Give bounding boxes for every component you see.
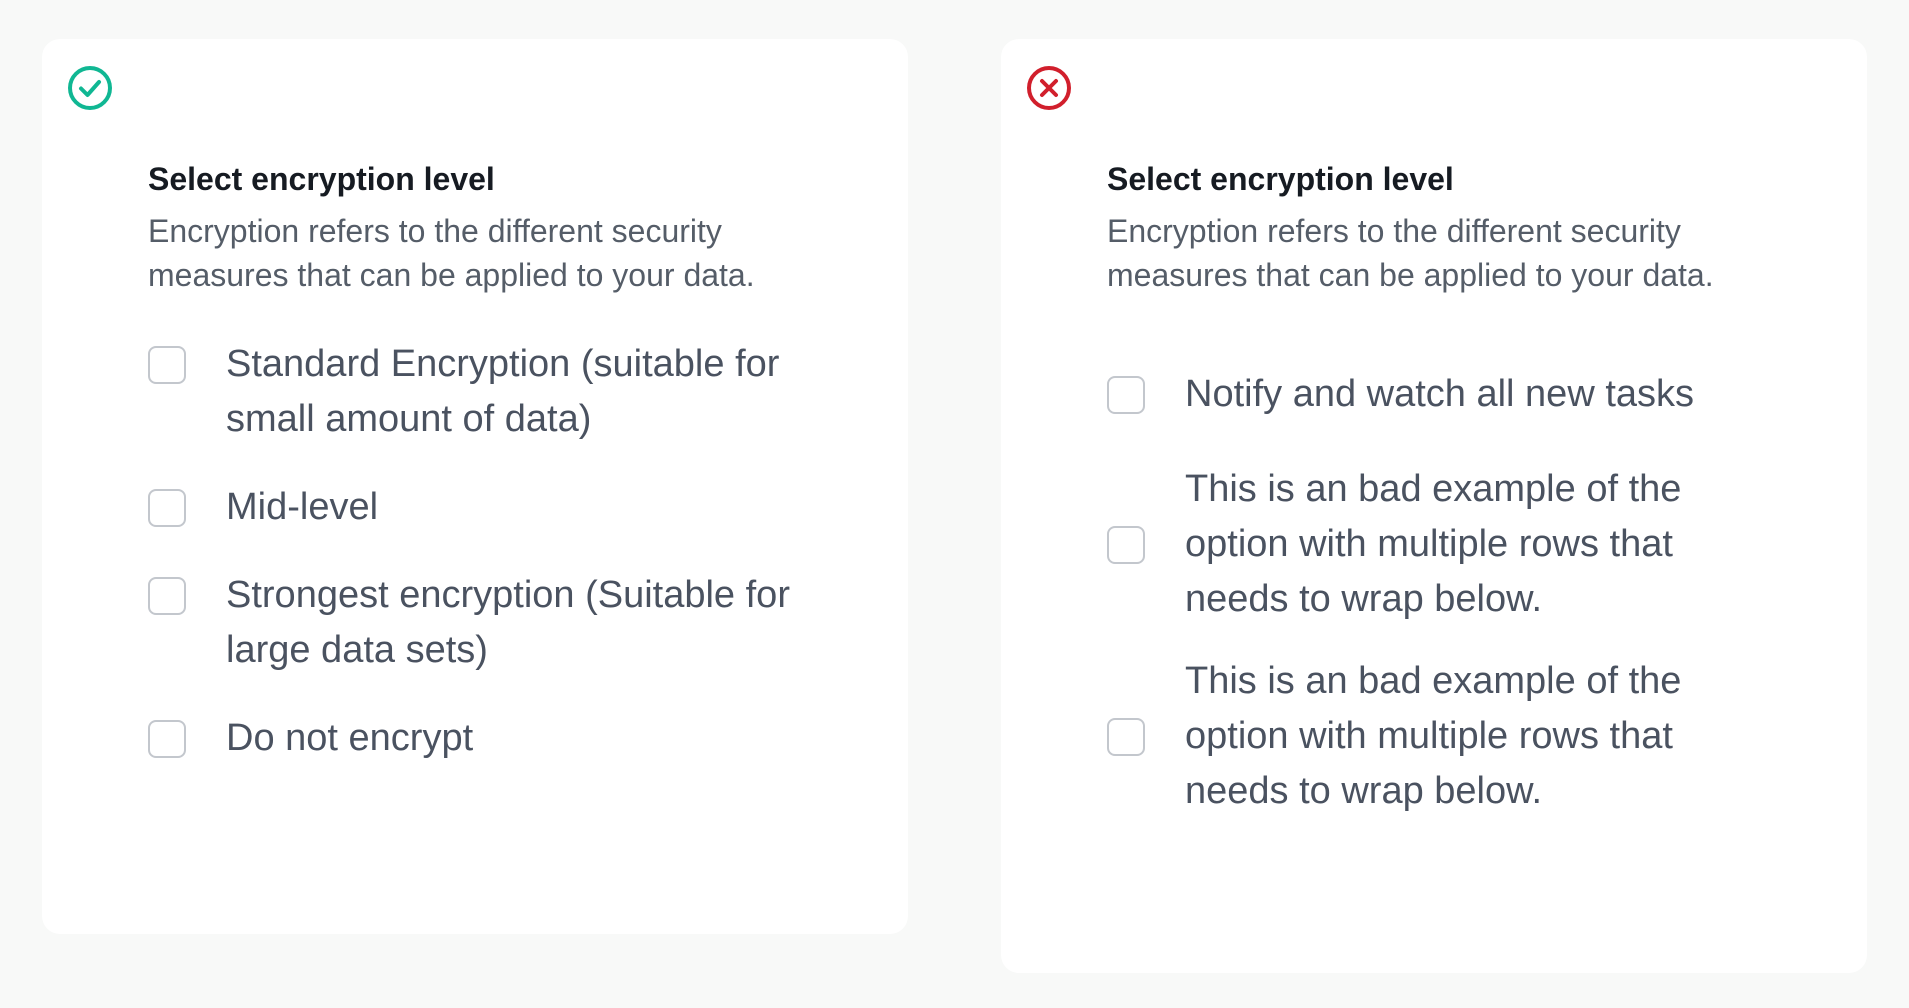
option-label: Standard Encryption (suitable for small … [226, 343, 780, 440]
checkbox[interactable] [148, 346, 186, 384]
option-multiline-bad-example[interactable]: This is an bad example of the option wit… [1107, 462, 1787, 627]
option-multiline-bad-example[interactable]: This is an bad example of the option wit… [1107, 654, 1787, 819]
group-description: Encryption refers to the different secur… [148, 213, 755, 293]
checkbox-group: Select encryption level Encryption refer… [148, 159, 828, 799]
options-list: Standard Encryption (suitable for small … [148, 337, 828, 766]
checkbox[interactable] [1107, 525, 1145, 564]
option-do-not-encrypt[interactable]: Do not encrypt [148, 711, 828, 766]
option-strongest-encryption[interactable]: Strongest encryption (Suitable for large… [148, 568, 828, 678]
option-label: This is an bad example of the option wit… [1185, 660, 1682, 812]
checkbox[interactable] [148, 720, 186, 758]
bad-example-card: Select encryption level Encryption refer… [1001, 39, 1867, 973]
option-label: Strongest encryption (Suitable for large… [226, 574, 790, 671]
option-label: Do not encrypt [226, 717, 474, 759]
good-example-card: Select encryption level Encryption refer… [42, 39, 908, 934]
option-mid-level[interactable]: Mid-level [148, 480, 828, 535]
option-notify-watch-tasks[interactable]: Notify and watch all new tasks [1107, 367, 1787, 422]
option-label: Notify and watch all new tasks [1185, 373, 1695, 415]
check-circle-icon [67, 65, 113, 111]
options-list: Notify and watch all new tasks This is a… [1107, 367, 1787, 819]
checkbox[interactable] [148, 577, 186, 615]
group-title: Select encryption level [1107, 161, 1454, 197]
checkbox-group: Select encryption level Encryption refer… [1107, 159, 1787, 846]
checkbox[interactable] [148, 489, 186, 527]
option-label: This is an bad example of the option wit… [1185, 468, 1682, 620]
group-description: Encryption refers to the different secur… [1107, 213, 1714, 293]
option-label: Mid-level [226, 486, 379, 528]
checkbox[interactable] [1107, 717, 1145, 756]
x-circle-icon [1026, 65, 1072, 111]
checkbox[interactable] [1107, 375, 1145, 414]
group-title: Select encryption level [148, 161, 495, 197]
option-standard-encryption[interactable]: Standard Encryption (suitable for small … [148, 337, 828, 447]
